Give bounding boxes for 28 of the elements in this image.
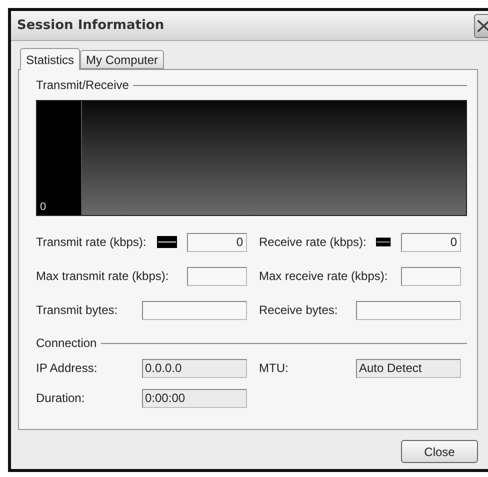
group-heading: Connection (36, 336, 97, 350)
stat-field[interactable]: 0 (401, 232, 461, 252)
stat-field[interactable] (142, 300, 247, 320)
stat-field[interactable] (401, 266, 461, 286)
field-label: Duration: (36, 391, 86, 405)
tab[interactable]: My Computer (80, 50, 164, 69)
field-label: MTU: (259, 361, 290, 375)
field-label: Receive bytes: (259, 303, 339, 317)
window-title: Session Information (17, 18, 164, 33)
close-icon[interactable] (474, 14, 488, 38)
close-button[interactable]: Close (401, 440, 478, 463)
info-field[interactable]: 0:00:00 (142, 388, 247, 408)
line-swatch-icon (376, 236, 391, 248)
group-heading: Transmit/Receive (36, 78, 129, 92)
line-swatch-icon (157, 236, 177, 248)
info-field[interactable]: 0.0.0.0 (142, 358, 247, 378)
field-label: Transmit rate (kbps): (36, 235, 147, 249)
field-label: IP Address: (36, 361, 98, 375)
field-label: Receive rate (kbps): (259, 235, 366, 249)
tab[interactable]: Statistics (20, 48, 80, 70)
info-field[interactable]: Auto Detect (356, 358, 461, 378)
field-label: Transmit bytes: (36, 303, 119, 317)
axis-label: 0 (40, 201, 46, 213)
stat-field[interactable] (187, 266, 247, 286)
field-label: Max receive rate (kbps): (259, 269, 389, 283)
stat-field[interactable]: 0 (187, 232, 247, 252)
stat-field[interactable] (356, 300, 461, 320)
field-label: Max transmit rate (kbps): (36, 269, 170, 283)
